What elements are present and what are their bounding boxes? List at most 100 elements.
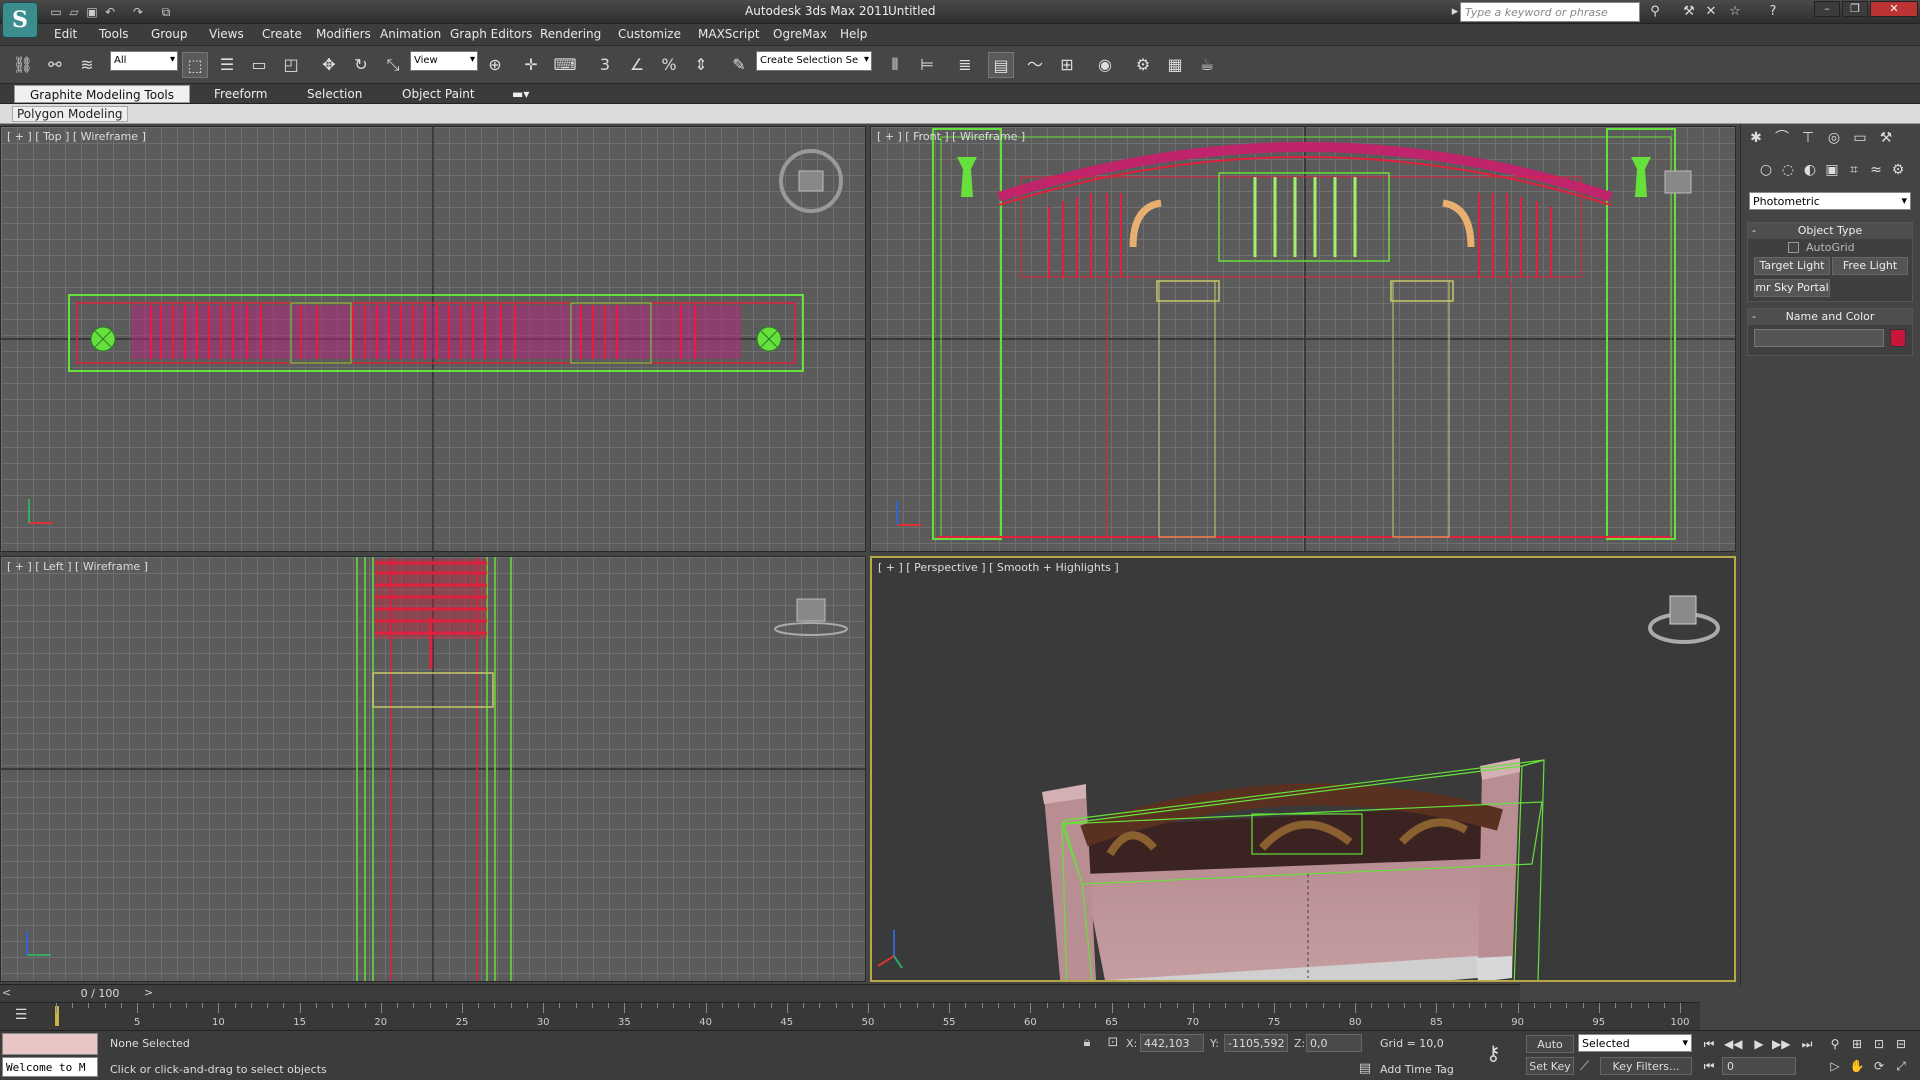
autogrid-checkbox[interactable] <box>1788 242 1799 253</box>
material-editor-icon[interactable]: ◉ <box>1092 52 1118 78</box>
motion-tab-icon[interactable]: ◎ <box>1823 128 1845 148</box>
x-coord-field[interactable]: 442,103 <box>1140 1034 1204 1052</box>
select-object-icon[interactable]: ⬚ <box>182 52 208 78</box>
key-tangent-icon[interactable]: ⟋ <box>1580 1059 1589 1074</box>
go-to-start-icon[interactable]: ⏮ <box>1700 1035 1718 1053</box>
menu-create[interactable]: Create <box>262 27 302 41</box>
viewport-perspective[interactable]: [ + ] [ Perspective ] [ Smooth + Highlig… <box>870 556 1736 982</box>
rectangular-selection-icon[interactable]: ▭ <box>246 52 272 78</box>
render-setup-icon[interactable]: ⚙ <box>1130 52 1156 78</box>
time-tag-icon[interactable]: ▤ <box>1356 1061 1374 1076</box>
utilities-tab-icon[interactable]: ⚒ <box>1875 128 1897 148</box>
free-light-button[interactable]: Free Light <box>1832 257 1908 275</box>
viewport-top[interactable]: [ + ] [ Top ] [ Wireframe ] <box>0 126 866 552</box>
favorites-star-icon[interactable]: ☆ <box>1726 3 1744 21</box>
set-key-button[interactable]: Set Key <box>1526 1057 1574 1075</box>
binoculars-icon[interactable]: ⚲ <box>1646 3 1664 21</box>
current-frame-field[interactable]: 0 <box>1722 1057 1796 1075</box>
menu-graph-editors[interactable]: Graph Editors <box>450 27 532 41</box>
lights-icon[interactable]: ◐ <box>1799 160 1821 180</box>
select-and-link-icon[interactable]: ⛓ <box>10 52 36 78</box>
light-category-dropdown[interactable]: Photometric <box>1749 192 1911 210</box>
z-coord-field[interactable]: 0,0 <box>1306 1034 1362 1052</box>
menu-modifiers[interactable]: Modifiers <box>316 27 371 41</box>
maximize-viewport-icon[interactable]: ⤢ <box>1892 1057 1910 1075</box>
play-icon[interactable]: ▶ <box>1750 1035 1768 1053</box>
create-tab-icon[interactable]: ✱ <box>1745 128 1767 148</box>
pan-view-icon[interactable]: ✋ <box>1848 1057 1866 1075</box>
object-type-header[interactable]: Object Type <box>1748 223 1912 239</box>
save-icon[interactable]: ▣ <box>84 4 100 20</box>
previous-frame-arrow-icon[interactable]: < <box>2 986 11 999</box>
selection-filter-dropdown[interactable]: All <box>110 51 178 71</box>
display-tab-icon[interactable]: ▭ <box>1849 128 1871 148</box>
communication-center-icon[interactable]: ✕ <box>1702 3 1720 21</box>
object-name-input[interactable] <box>1754 329 1884 347</box>
next-frame-icon[interactable]: ▶▶ <box>1772 1035 1790 1053</box>
menu-maxscript[interactable]: MAXScript <box>698 27 760 41</box>
render-production-icon[interactable]: ☕ <box>1194 52 1220 78</box>
pivot-center-icon[interactable]: ⊕ <box>482 52 508 78</box>
subscription-icon[interactable]: ⚒ <box>1680 3 1698 21</box>
modify-tab-icon[interactable]: ⌒ <box>1771 128 1793 148</box>
tab-graphite-modeling-tools[interactable]: Graphite Modeling Tools <box>14 85 190 103</box>
menu-group[interactable]: Group <box>151 27 188 41</box>
select-and-move-icon[interactable]: ✥ <box>316 52 342 78</box>
space-warps-icon[interactable]: ≈ <box>1865 160 1887 180</box>
zoom-all-icon[interactable]: ⊞ <box>1848 1035 1866 1053</box>
menu-tools[interactable]: Tools <box>99 27 129 41</box>
viewport-top-label[interactable]: [ + ] [ Top ] [ Wireframe ] <box>7 130 146 143</box>
select-and-scale-icon[interactable]: ⤡ <box>380 52 406 78</box>
spinner-snap-icon[interactable]: ⇕ <box>688 52 714 78</box>
zoom-extents-all-icon[interactable]: ⊟ <box>1892 1035 1910 1053</box>
shapes-icon[interactable]: ◌ <box>1777 160 1799 180</box>
add-time-tag[interactable]: Add Time Tag <box>1380 1063 1454 1076</box>
maxscript-listener-input[interactable]: Welcome to M <box>2 1057 98 1077</box>
menu-ogremax[interactable]: OgreMax <box>773 27 827 41</box>
maximize-button[interactable]: ❐ <box>1842 1 1868 17</box>
polygon-modeling-panel[interactable]: Polygon Modeling <box>12 106 128 122</box>
hierarchy-tab-icon[interactable]: ⊤ <box>1797 128 1819 148</box>
menu-views[interactable]: Views <box>209 27 244 41</box>
tab-selection[interactable]: Selection <box>307 87 362 101</box>
track-bar[interactable]: ☰ 5 10 15 20 25 30 35 40 45 50 55 60 65 70 75 80 85 90 95 1… <box>0 1002 1700 1030</box>
helpers-icon[interactable]: ⌗ <box>1843 160 1865 180</box>
next-frame-arrow-icon[interactable]: > <box>144 986 153 999</box>
menu-animation[interactable]: Animation <box>380 27 441 41</box>
target-light-button[interactable]: Target Light <box>1754 257 1830 275</box>
undo-icon[interactable]: ↶ <box>102 4 118 20</box>
schematic-view-icon[interactable]: ⊞ <box>1054 52 1080 78</box>
layer-manager-icon[interactable]: ≣ <box>952 52 978 78</box>
field-of-view-icon[interactable]: ▷ <box>1826 1057 1844 1075</box>
mini-curve-editor-icon[interactable]: ☰ <box>8 1007 34 1027</box>
viewport-perspective-label[interactable]: [ + ] [ Perspective ] [ Smooth + Highlig… <box>878 561 1119 574</box>
geometry-icon[interactable]: ○ <box>1755 160 1777 180</box>
reference-coordinate-dropdown[interactable]: View <box>410 51 478 71</box>
angle-snap-icon[interactable]: ∠ <box>624 52 650 78</box>
select-by-name-icon[interactable]: ☰ <box>214 52 240 78</box>
window-crossing-icon[interactable]: ◰ <box>278 52 304 78</box>
unlink-icon[interactable]: ⚯ <box>42 52 68 78</box>
absolute-relative-transform-icon[interactable]: ⊡ <box>1104 1035 1122 1050</box>
cameras-icon[interactable]: ▣ <box>1821 160 1843 180</box>
maxscript-listener-pink[interactable] <box>2 1033 98 1055</box>
previous-frame-icon[interactable]: ◀◀ <box>1724 1035 1742 1053</box>
auto-key-button[interactable]: Auto Key <box>1526 1035 1574 1069</box>
new-file-icon[interactable]: ▭ <box>48 4 64 20</box>
set-keys-key-icon[interactable]: ⚷ <box>1486 1041 1501 1065</box>
bind-space-warp-icon[interactable]: ≋ <box>74 52 100 78</box>
curve-editor-icon[interactable]: 〜 <box>1022 52 1048 78</box>
orbit-icon[interactable]: ⟳ <box>1870 1057 1888 1075</box>
key-mode-toggle-icon[interactable]: ⏮ <box>1700 1057 1718 1075</box>
viewport-left-label[interactable]: [ + ] [ Left ] [ Wireframe ] <box>7 560 148 573</box>
open-file-icon[interactable]: ▱ <box>66 4 82 20</box>
selection-lock-icon[interactable]: 🔒︎ <box>1078 1035 1096 1050</box>
manipulate-icon[interactable]: ✛ <box>518 52 544 78</box>
mr-sky-portal-button[interactable]: mr Sky Portal <box>1754 279 1830 297</box>
minimize-button[interactable]: – <box>1814 1 1840 17</box>
percent-snap-icon[interactable]: % <box>656 52 682 78</box>
viewport-front[interactable]: [ + ] [ Front ] [ Wireframe ] <box>870 126 1736 552</box>
project-folder-icon[interactable]: ⧉ <box>158 4 174 20</box>
help-icon[interactable]: ? <box>1764 3 1782 21</box>
snaps-toggle-icon[interactable]: 3 <box>592 52 618 78</box>
